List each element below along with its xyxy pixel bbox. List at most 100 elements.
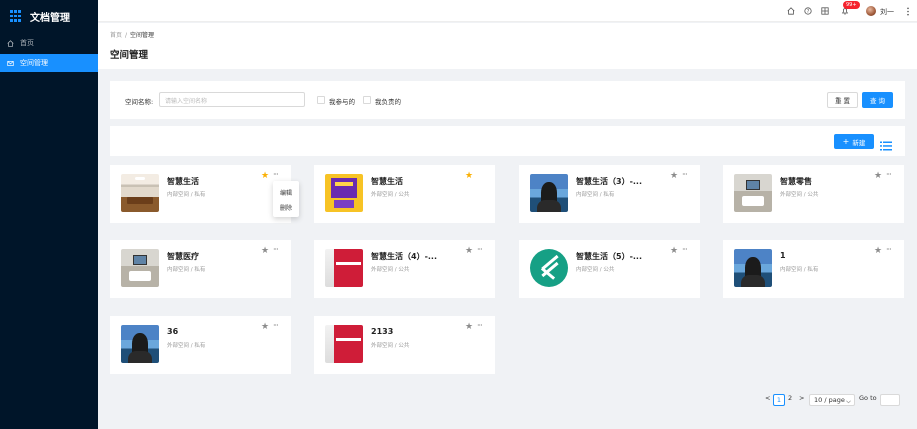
more-vertical-icon[interactable] bbox=[903, 6, 913, 16]
mail-icon bbox=[7, 60, 17, 67]
star-icon[interactable]: ★ bbox=[261, 172, 269, 181]
star-icon[interactable]: ★ bbox=[261, 323, 269, 332]
page-2-button[interactable]: 2 bbox=[788, 394, 792, 402]
more-horizontal-icon[interactable]: ··· bbox=[273, 171, 279, 179]
list-view-icon[interactable] bbox=[880, 136, 892, 151]
page-title: 空间管理 bbox=[110, 50, 149, 61]
space-card-subtitle: 外部空间 / 公共 bbox=[371, 267, 410, 273]
space-card-subtitle: 内部空间 / 公共 bbox=[576, 267, 615, 273]
space-card[interactable]: 智慧医疗内部空间 / 私有 ★ ··· bbox=[110, 240, 291, 298]
toolbar: + 新建 bbox=[110, 126, 905, 156]
space-name-label: 空间名称: bbox=[125, 98, 154, 106]
more-horizontal-icon[interactable]: ··· bbox=[682, 246, 688, 254]
page-1-button[interactable]: 1 bbox=[773, 394, 785, 406]
space-card-subtitle: 外部空间 / 公共 bbox=[371, 343, 410, 349]
space-name-input[interactable]: 请输入空间名称 bbox=[159, 92, 305, 107]
top-bar: ? 99+ 刘一 bbox=[98, 0, 917, 22]
goto-page-input[interactable] bbox=[880, 394, 900, 406]
owned-checkbox[interactable] bbox=[363, 96, 371, 104]
sidebar-item-home[interactable]: 首页 bbox=[0, 34, 98, 52]
delete-menu-item[interactable]: 删除 bbox=[280, 203, 292, 212]
new-space-button[interactable]: + 新建 bbox=[834, 134, 874, 149]
space-card-title: 1 bbox=[780, 251, 786, 260]
more-horizontal-icon[interactable]: ··· bbox=[477, 246, 483, 254]
apps-grid-icon bbox=[10, 10, 22, 22]
space-card[interactable]: 36 外部空间 / 私有 ★ ··· bbox=[110, 316, 291, 374]
star-icon[interactable]: ★ bbox=[874, 247, 882, 256]
edit-menu-item[interactable]: 编辑 bbox=[280, 188, 292, 197]
sidebar-item-label: 空间管理 bbox=[20, 59, 48, 67]
space-card-title: 智慧生活 bbox=[167, 177, 199, 186]
breadcrumb-current: 空间管理 bbox=[130, 32, 155, 39]
plus-icon: + bbox=[842, 136, 850, 146]
page-header: 首页 / 空间管理 空间管理 bbox=[98, 23, 917, 69]
owned-checkbox-label[interactable]: 我负责的 bbox=[375, 96, 401, 106]
space-card-title: 智慧生活 bbox=[371, 177, 403, 186]
new-button-label: 新建 bbox=[852, 138, 866, 147]
joined-checkbox-label[interactable]: 我参与的 bbox=[329, 96, 355, 106]
space-card[interactable]: 智慧生活（4）-... 外部空间 / 公共 ★ ··· bbox=[314, 240, 495, 298]
more-horizontal-icon[interactable]: ··· bbox=[273, 246, 279, 254]
star-icon[interactable]: ★ bbox=[465, 323, 473, 332]
space-card[interactable]: 1 内部空间 / 私有 ★ ··· bbox=[723, 240, 904, 298]
reset-button[interactable]: 重 置 bbox=[827, 92, 858, 108]
page-size-value: 10 / page bbox=[814, 396, 845, 404]
star-icon[interactable]: ★ bbox=[670, 172, 678, 181]
page-size-select[interactable]: 10 / page bbox=[809, 394, 855, 406]
space-card-subtitle: 内部空间 / 私有 bbox=[167, 192, 206, 198]
space-card[interactable]: 智慧生活（3）-... 内部空间 / 私有 ★ ··· bbox=[519, 165, 700, 223]
home-icon[interactable] bbox=[786, 6, 796, 16]
space-thumbnail bbox=[325, 174, 363, 212]
user-name[interactable]: 刘一 bbox=[880, 7, 894, 17]
space-thumbnail bbox=[325, 325, 363, 363]
more-horizontal-icon[interactable]: ··· bbox=[886, 171, 892, 179]
space-card-subtitle: 内部空间 / 私有 bbox=[780, 267, 819, 273]
space-thumbnail bbox=[121, 174, 159, 212]
brand[interactable]: 文档管理 bbox=[0, 0, 98, 32]
space-card[interactable]: 智慧零售外部空间 / 公共 ★ ··· bbox=[723, 165, 904, 223]
space-card[interactable]: 智慧生活外部空间 / 公共 ★ bbox=[314, 165, 495, 223]
sidebar-item-label: 首页 bbox=[20, 39, 34, 47]
breadcrumb-home[interactable]: 首页 bbox=[110, 32, 122, 39]
space-card-title: 2133 bbox=[371, 327, 394, 336]
next-page-button[interactable]: > bbox=[799, 394, 804, 402]
chevron-down-icon bbox=[846, 398, 851, 406]
space-card-subtitle: 内部空间 / 私有 bbox=[576, 192, 615, 198]
help-icon[interactable]: ? bbox=[803, 6, 813, 16]
more-horizontal-icon[interactable]: ··· bbox=[682, 171, 688, 179]
space-card-title: 智慧生活（5）-... bbox=[576, 252, 643, 261]
space-card[interactable]: 2133 外部空间 / 公共 ★ ··· bbox=[314, 316, 495, 374]
home-icon bbox=[7, 39, 17, 47]
space-card-subtitle: 内部空间 / 私有 bbox=[167, 267, 206, 273]
star-icon[interactable]: ★ bbox=[874, 172, 882, 181]
prev-page-button[interactable]: < bbox=[765, 394, 770, 402]
space-card-title: 智慧生活（4）-... bbox=[371, 252, 438, 261]
filter-panel: 空间名称: 请输入空间名称 我参与的 我负责的 重 置 查 询 bbox=[110, 81, 905, 119]
star-icon[interactable]: ★ bbox=[261, 247, 269, 256]
space-card-subtitle: 外部空间 / 公共 bbox=[371, 192, 410, 198]
sidebar-item-space-management[interactable]: 空间管理 bbox=[0, 54, 98, 72]
space-card-subtitle: 外部空间 / 私有 bbox=[167, 343, 206, 349]
space-thumbnail bbox=[121, 325, 159, 363]
space-thumbnail bbox=[121, 249, 159, 287]
star-icon[interactable]: ★ bbox=[465, 247, 473, 256]
space-card-title: 智慧零售 bbox=[780, 177, 812, 186]
space-thumbnail bbox=[530, 249, 568, 287]
goto-label: Go to bbox=[859, 394, 877, 402]
space-card[interactable]: 智慧生活内部空间 / 私有 ★ ··· bbox=[110, 165, 291, 223]
star-icon[interactable]: ★ bbox=[670, 247, 678, 256]
star-icon[interactable]: ★ bbox=[465, 172, 473, 181]
space-thumbnail bbox=[530, 174, 568, 212]
space-card[interactable]: 智慧生活（5）-... 内部空间 / 公共 ★ ··· bbox=[519, 240, 700, 298]
more-horizontal-icon[interactable]: ··· bbox=[273, 322, 279, 330]
space-thumbnail bbox=[734, 249, 772, 287]
more-horizontal-icon[interactable]: ··· bbox=[477, 322, 483, 330]
search-button[interactable]: 查 询 bbox=[862, 92, 893, 108]
joined-checkbox[interactable] bbox=[317, 96, 325, 104]
breadcrumb: 首页 / 空间管理 bbox=[110, 32, 155, 39]
user-avatar[interactable] bbox=[866, 6, 876, 16]
space-card-title: 智慧医疗 bbox=[167, 252, 199, 261]
more-horizontal-icon[interactable]: ··· bbox=[886, 246, 892, 254]
layout-icon[interactable] bbox=[820, 6, 830, 16]
space-card-subtitle: 外部空间 / 公共 bbox=[780, 192, 819, 198]
